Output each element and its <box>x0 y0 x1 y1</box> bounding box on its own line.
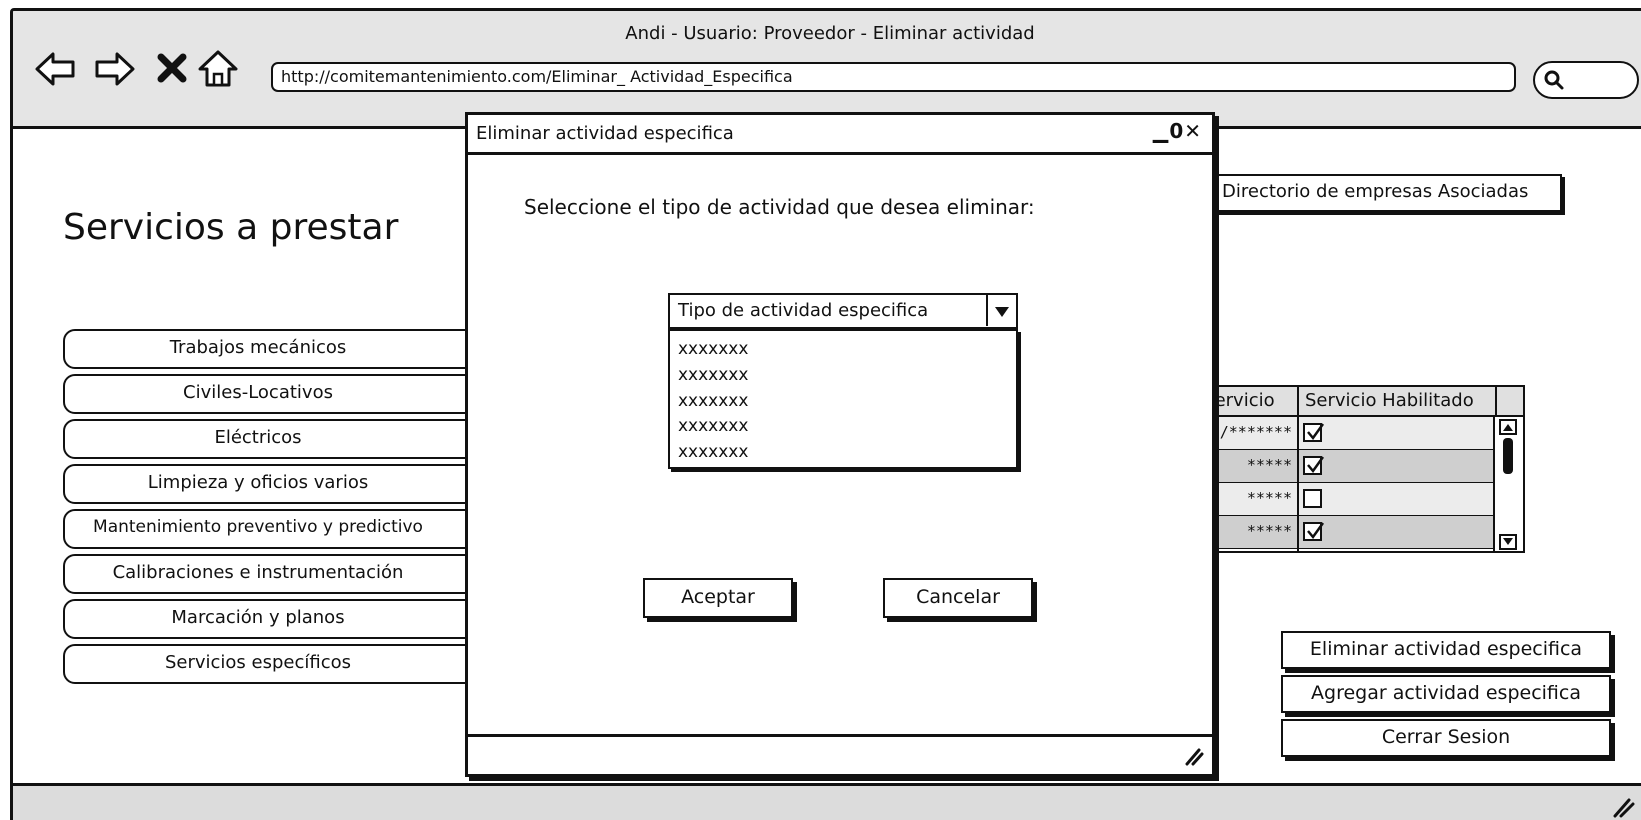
dialog-title: Eliminar actividad especifica <box>476 123 734 144</box>
list-option[interactable]: xxxxxxx <box>678 339 748 359</box>
checkmark-icon <box>1307 522 1325 540</box>
menu-item-calibraciones[interactable]: Calibraciones e instrumentación <box>63 554 483 594</box>
menu-item-electricos[interactable]: Eléctricos <box>63 419 483 459</box>
menu-item-limpieza[interactable]: Limpieza y oficios varios <box>63 464 483 504</box>
menu-item-marcacion[interactable]: Marcación y planos <box>63 599 483 639</box>
window-title: Andi - Usuario: Proveedor - Eliminar act… <box>625 23 1035 44</box>
table-row: ***** <box>1175 516 1497 549</box>
cancel-button[interactable]: Cancelar <box>883 578 1033 618</box>
resize-grip-icon[interactable] <box>1611 794 1635 820</box>
enabled-checkbox[interactable] <box>1303 522 1325 541</box>
accept-button[interactable]: Aceptar <box>643 578 793 618</box>
back-arrow-icon[interactable] <box>33 47 77 91</box>
dialog-footer <box>468 734 1212 774</box>
enabled-checkbox[interactable] <box>1303 423 1325 442</box>
table-scrollbar[interactable] <box>1493 417 1523 551</box>
menu-item-trabajos-mecanicos[interactable]: Trabajos mecánicos <box>63 329 483 369</box>
column-divider <box>1297 387 1299 551</box>
checkmark-icon <box>1307 423 1325 441</box>
resize-grip-icon[interactable] <box>1184 745 1204 767</box>
search-field[interactable] <box>1533 61 1639 99</box>
table-cell: ***** <box>1246 456 1292 474</box>
directory-button[interactable]: Directorio de empresas Asociadas <box>1208 174 1562 212</box>
dialog-titlebar: Eliminar actividad especifica ▁0✕ <box>468 115 1212 155</box>
table-cell: ***** <box>1246 489 1292 507</box>
scroll-thumb <box>1503 438 1513 474</box>
menu-item-mantenimiento[interactable]: Mantenimiento preventivo y predictivo <box>63 509 483 549</box>
close-icon[interactable]: ✕ <box>1184 119 1202 143</box>
stop-icon[interactable] <box>151 47 195 91</box>
dialog-window-controls: ▁0✕ <box>1153 119 1202 143</box>
logout-button[interactable]: Cerrar Sesion <box>1281 719 1611 757</box>
menu-item-civiles-locativos[interactable]: Civiles-Locativos <box>63 374 483 414</box>
minimize-icon[interactable]: ▁ <box>1153 119 1169 143</box>
list-option[interactable]: xxxxxxx <box>678 442 748 462</box>
table-cell: ***** <box>1246 522 1292 540</box>
select-value: Tipo de actividad especifica <box>678 300 929 321</box>
maximize-icon[interactable]: 0 <box>1169 119 1184 143</box>
table-row: ***** <box>1175 483 1497 516</box>
enabled-checkbox[interactable] <box>1303 489 1322 508</box>
home-icon[interactable] <box>196 47 240 91</box>
enabled-checkbox[interactable] <box>1303 456 1325 475</box>
delete-activity-dialog: Eliminar actividad especifica ▁0✕ Selecc… <box>465 112 1215 777</box>
activity-type-select[interactable]: Tipo de actividad especifica <box>668 293 1018 329</box>
page-title: Servicios a prestar <box>63 207 399 248</box>
column-header: Servicio Habilitado <box>1305 390 1474 411</box>
scrollbar-track <box>1499 419 1517 550</box>
table-row: ***** <box>1175 450 1497 483</box>
checkmark-icon <box>1307 456 1325 474</box>
services-table: en servicio Servicio Habilitado ** /****… <box>1173 385 1525 553</box>
dialog-prompt: Seleccione el tipo de actividad que dese… <box>524 195 1035 219</box>
search-icon <box>1544 70 1564 90</box>
list-option[interactable]: xxxxxxx <box>678 365 748 385</box>
delete-activity-button[interactable]: Eliminar actividad especifica <box>1281 631 1611 669</box>
dropdown-toggle[interactable] <box>986 295 1016 326</box>
list-option[interactable]: xxxxxxx <box>678 416 748 436</box>
forward-arrow-icon[interactable] <box>93 47 137 91</box>
activity-options-list: xxxxxxx xxxxxxx xxxxxxx xxxxxxx xxxxxxx <box>668 329 1018 469</box>
list-option[interactable]: xxxxxxx <box>678 391 748 411</box>
status-bar <box>13 783 1641 820</box>
table-header: en servicio Servicio Habilitado <box>1175 387 1523 417</box>
menu-item-servicios-especificos[interactable]: Servicios específicos <box>63 644 483 684</box>
url-bar[interactable]: http://comitemantenimiento.com/Eliminar_… <box>271 62 1516 92</box>
add-activity-button[interactable]: Agregar actividad especifica <box>1281 675 1611 713</box>
dropdown-arrow-icon <box>995 307 1009 317</box>
table-row: ** /******* <box>1175 417 1497 450</box>
